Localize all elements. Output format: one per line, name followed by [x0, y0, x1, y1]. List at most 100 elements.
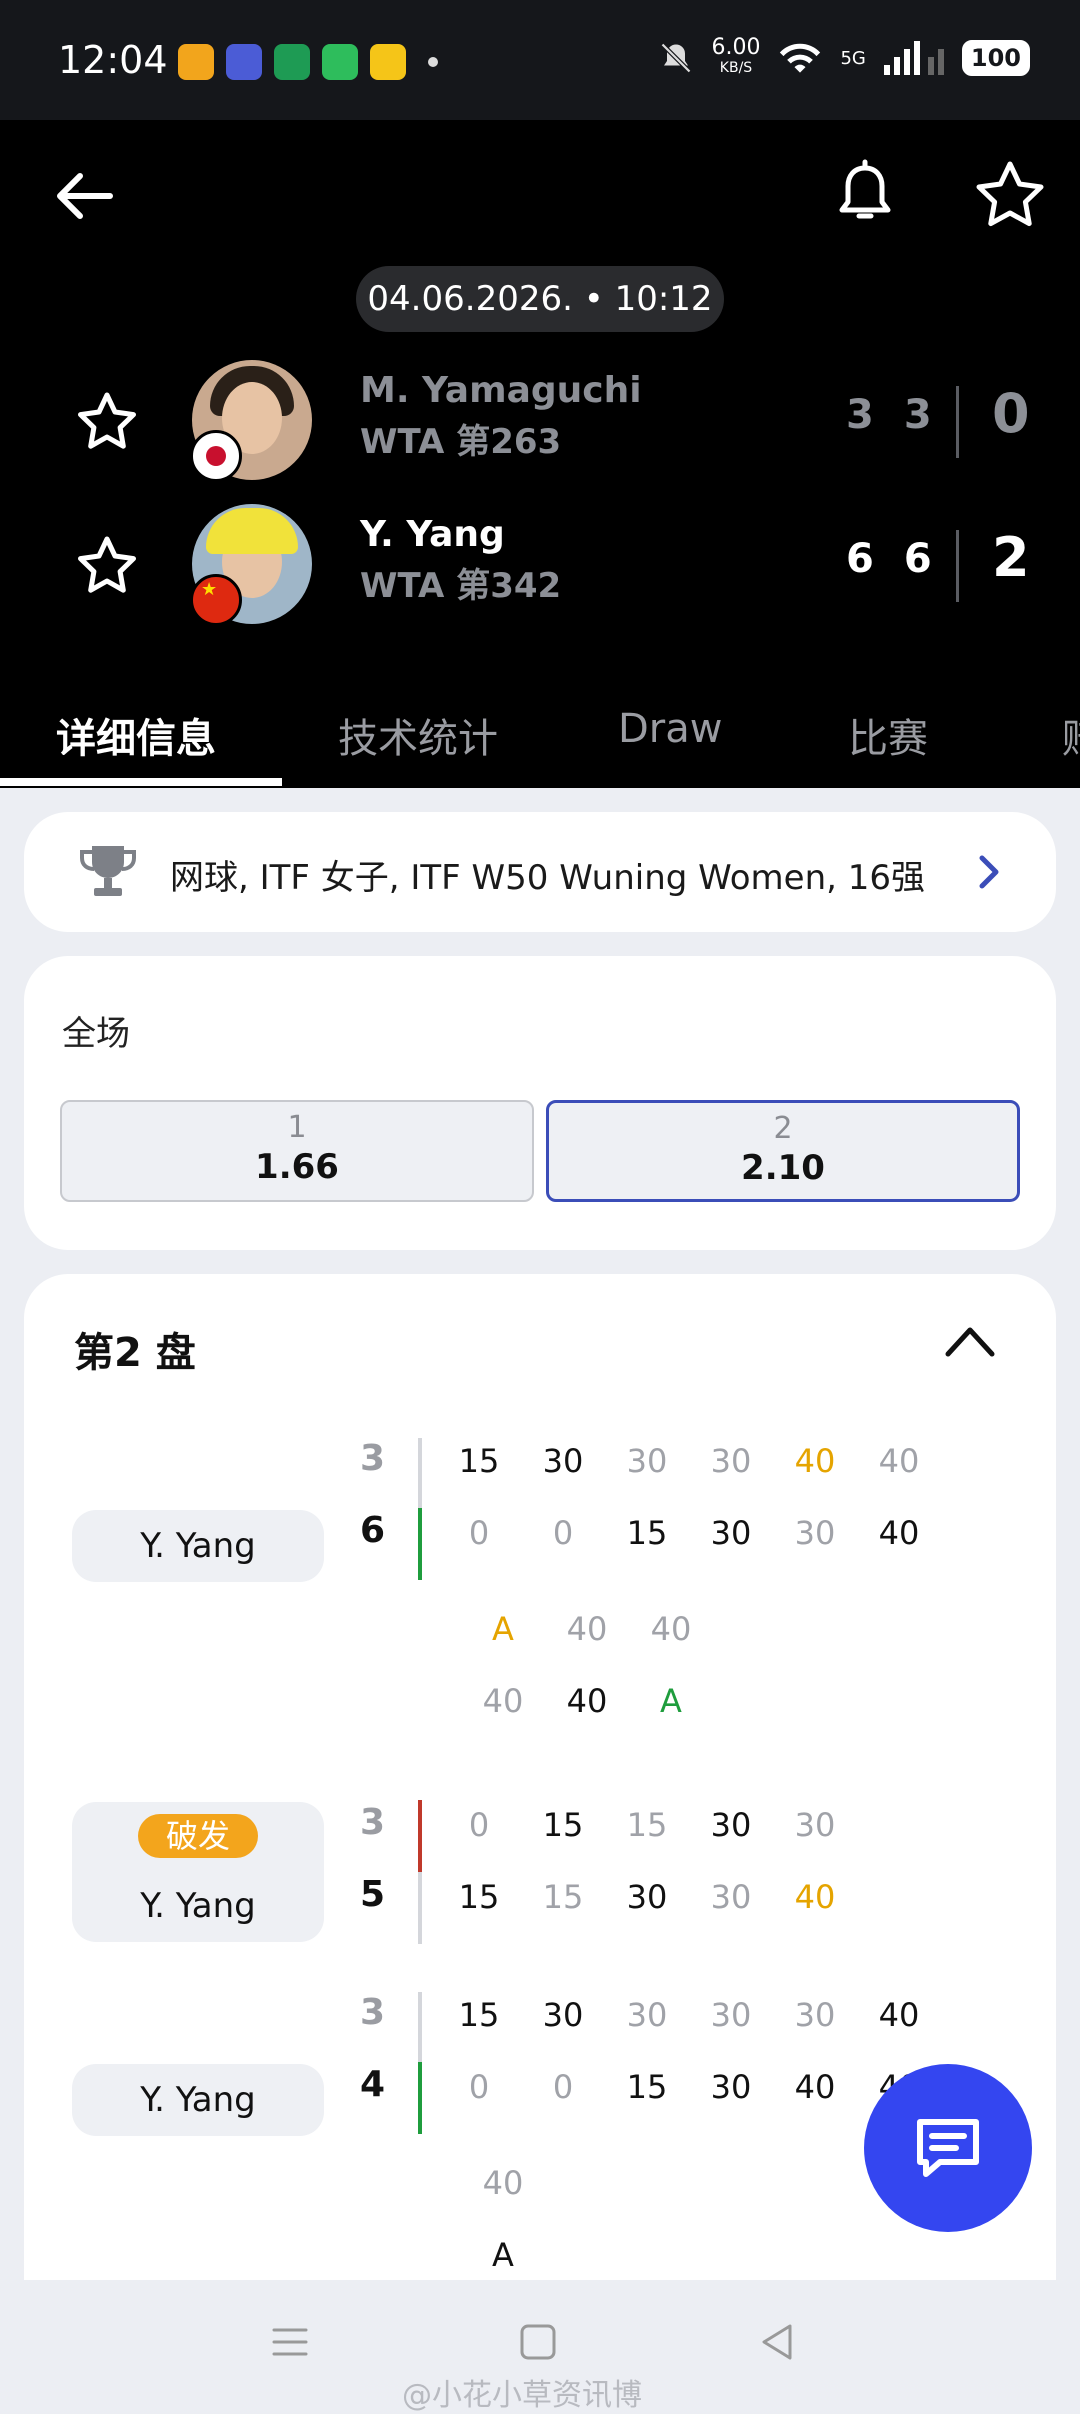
set-score: 3 — [846, 392, 874, 438]
point-score: 30 — [710, 1514, 752, 1552]
odds-card: 全场 1 1.66 2 2.10 — [24, 956, 1056, 1250]
battery-app-icon — [322, 44, 358, 80]
odds-value: 1.66 — [255, 1147, 339, 1187]
player-name[interactable]: M. Yamaguchi — [360, 370, 642, 411]
point-score: 40 — [878, 1996, 920, 2034]
nav-back-icon[interactable] — [758, 2322, 798, 2362]
point-score: 15 — [542, 1878, 584, 1916]
player-name[interactable]: Y. Yang — [360, 514, 505, 555]
set-title: 第2 盘 — [74, 1330, 196, 1376]
mute-bell-icon — [660, 42, 691, 74]
status-right: 6.00 KB/S 5G 100 — [658, 37, 1030, 78]
point-score: 30 — [542, 1996, 584, 2034]
active-tab-indicator — [0, 778, 282, 786]
chevron-up-icon[interactable] — [942, 1318, 998, 1366]
status-time: 12:04 — [58, 38, 168, 82]
deuce-point: 40 — [566, 1610, 608, 1648]
point-score: 40 — [794, 1878, 836, 1916]
match-header: 04.06.2026. • 10:12 M. Yamaguchi WTA 第26… — [0, 120, 1080, 788]
point-score: 0 — [468, 1514, 490, 1552]
odds-label: 2 — [773, 1111, 793, 1146]
odds-label: 1 — [287, 1110, 307, 1145]
chat-icon — [917, 2119, 979, 2177]
point-score: 15 — [458, 1878, 500, 1916]
battery-indicator: 100 — [961, 40, 1030, 76]
set-score: 6 — [903, 536, 932, 582]
server-name: Y. Yang — [140, 1526, 256, 1566]
odds-option-away[interactable]: 2 2.10 — [546, 1100, 1020, 1202]
tournament-card[interactable]: 网球, ITF 女子, ITF W50 Wuning Women, 16强 — [24, 812, 1056, 932]
game-score-bottom: 4 — [360, 2064, 386, 2105]
point-score: 40 — [794, 2068, 836, 2106]
player-row: M. Yamaguchi WTA 第263 3 3 0 — [0, 356, 1080, 486]
odds-option-home[interactable]: 1 1.66 — [60, 1100, 534, 1202]
deuce-point: 40 — [482, 2164, 524, 2202]
tab-details[interactable]: 详细信息 — [56, 706, 216, 764]
point-score: 30 — [710, 1996, 752, 2034]
tab-bar: 详细信息 技术统计 Draw 比赛 赔 — [0, 680, 1080, 788]
deuce-point: 40 — [650, 1610, 692, 1648]
game-app-icon — [370, 44, 406, 80]
point-score: 0 — [468, 2068, 490, 2106]
home-icon[interactable] — [518, 2322, 558, 2362]
total-sets-won: 2 — [992, 526, 1030, 589]
point-score: 40 — [878, 1442, 920, 1480]
game-row: 破发 Y. Yang 3 5 0 15 15 30 30 15 15 30 30… — [24, 1796, 1056, 1946]
point-score: 15 — [626, 1514, 668, 1552]
player-favorite-star-icon[interactable] — [74, 534, 140, 600]
score-separator — [418, 1438, 422, 1508]
server-name: Y. Yang — [140, 1886, 256, 1926]
weibo-app-icon — [178, 44, 214, 80]
wifi-icon — [780, 43, 821, 73]
japan-flag-icon — [190, 430, 242, 482]
tieba-app-icon — [226, 44, 262, 80]
break-indicator — [418, 1800, 422, 1872]
china-flag-icon — [190, 574, 242, 626]
tournament-info: 网球, ITF 女子, ITF W50 Wuning Women, 16强 — [170, 858, 926, 898]
point-score: 15 — [458, 1442, 500, 1480]
player-rank: WTA 第263 — [360, 422, 562, 462]
tab-statistics[interactable]: 技术统计 — [338, 706, 498, 764]
point-score: 30 — [710, 1806, 752, 1844]
point-score: 0 — [552, 2068, 574, 2106]
set-scores: 6 6 — [846, 536, 932, 582]
recent-apps-icon[interactable] — [270, 2322, 310, 2362]
chat-fab-button[interactable] — [864, 2064, 1032, 2232]
tab-matches[interactable]: 比赛 — [848, 706, 928, 764]
server-chip: Y. Yang — [72, 1510, 324, 1582]
notification-bell-icon[interactable] — [830, 158, 900, 230]
status-bar: 12:04 6.00 KB/S 5G 100 — [0, 0, 1080, 120]
point-score: 15 — [458, 1996, 500, 2034]
point-score: 40 — [794, 1442, 836, 1480]
point-score: 40 — [878, 1514, 920, 1552]
point-score: 30 — [794, 1996, 836, 2034]
tab-odds[interactable]: 赔 — [1062, 706, 1080, 764]
avatar-cap — [206, 508, 298, 554]
point-score: 30 — [794, 1514, 836, 1552]
point-score: 30 — [626, 1996, 668, 2034]
notification-icons — [178, 44, 438, 80]
point-score: 15 — [542, 1806, 584, 1844]
deuce-point: A — [492, 1610, 514, 1648]
point-score: 0 — [468, 1806, 490, 1844]
network-speed-unit: KB/S — [719, 60, 753, 76]
player-row: Y. Yang WTA 第342 6 6 2 — [0, 500, 1080, 630]
game-score-top: 3 — [360, 1992, 386, 2033]
deuce-point: 40 — [482, 1682, 524, 1720]
point-score: 15 — [626, 2068, 668, 2106]
favorite-star-icon[interactable] — [972, 158, 1048, 234]
deuce-point: A — [660, 1682, 682, 1720]
set-score: 6 — [846, 536, 874, 582]
set-scores: 3 3 — [846, 392, 932, 438]
back-arrow-icon[interactable] — [48, 160, 120, 232]
score-divider — [956, 530, 959, 602]
player-favorite-star-icon[interactable] — [74, 390, 140, 456]
server-chip: Y. Yang — [72, 2064, 324, 2136]
set-score: 3 — [903, 392, 932, 438]
tab-draw[interactable]: Draw — [618, 706, 722, 752]
game-score-top: 3 — [360, 1438, 386, 1479]
game-score-bottom: 6 — [360, 1510, 386, 1551]
hold-indicator — [418, 1508, 422, 1580]
hold-indicator — [418, 2062, 422, 2134]
network-speed: 6.00 KB/S — [712, 37, 761, 78]
